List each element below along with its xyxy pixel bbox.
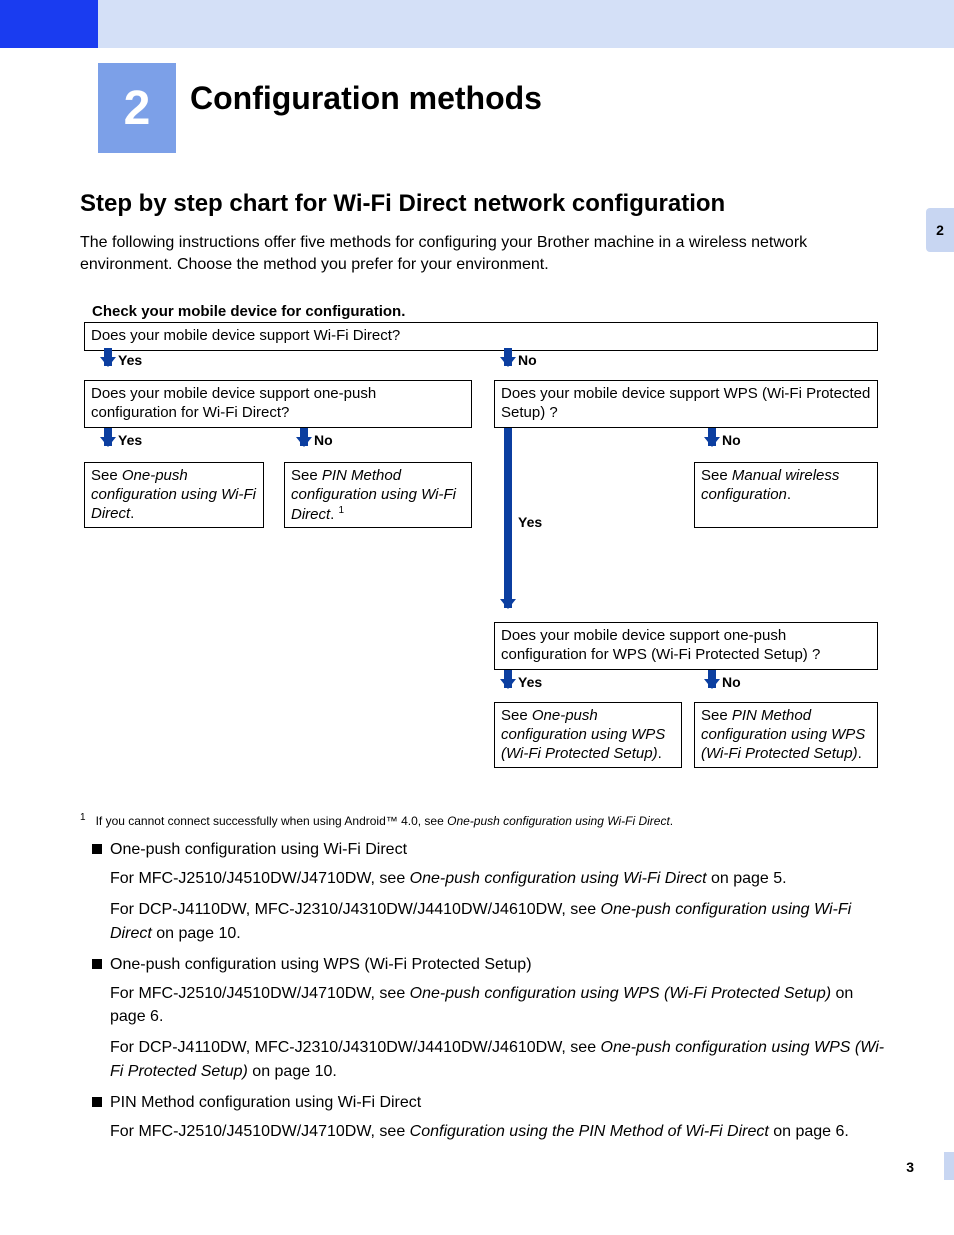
text: For MFC-J2510/J4510DW/J4710DW, see bbox=[110, 1123, 410, 1140]
page-number: 3 bbox=[906, 1159, 914, 1175]
list-item: One-push configuration using Wi-Fi Direc… bbox=[92, 838, 892, 861]
flow-result-1: See One-push configuration using Wi-Fi D… bbox=[84, 462, 264, 528]
text: If you cannot connect successfully when … bbox=[96, 814, 448, 828]
label-no: No bbox=[518, 352, 537, 368]
text: on page 10. bbox=[152, 925, 241, 942]
text: on page 10. bbox=[248, 1063, 337, 1080]
bullet-text: PIN Method configuration using Wi-Fi Dir… bbox=[110, 1091, 421, 1114]
bullet-icon bbox=[92, 844, 102, 854]
bullet-sub: For MFC-J2510/J4510DW/J4710DW, see One-p… bbox=[110, 982, 892, 1028]
text: . bbox=[330, 506, 338, 523]
link-text[interactable]: One-push configuration using Wi-Fi Direc… bbox=[410, 870, 707, 887]
bullet-icon bbox=[92, 1097, 102, 1107]
footnote: 1 If you cannot connect successfully whe… bbox=[80, 812, 880, 828]
arrow-icon bbox=[504, 348, 512, 366]
text: . bbox=[658, 745, 662, 762]
text: For DCP-J4110DW, MFC-J2310/J4310DW/J4410… bbox=[110, 1039, 601, 1056]
arrow-icon bbox=[504, 670, 512, 688]
flow-q4: Does your mobile device support one-push… bbox=[494, 622, 878, 670]
arrow-icon bbox=[104, 428, 112, 446]
side-tab: 2 bbox=[926, 208, 954, 252]
flow-result-5: See PIN Method configuration using WPS (… bbox=[694, 702, 878, 768]
bullet-sub: For MFC-J2510/J4510DW/J4710DW, see Confi… bbox=[110, 1120, 892, 1143]
arrow-icon bbox=[708, 428, 716, 446]
bullet-sub: For DCP-J4110DW, MFC-J2310/J4310DW/J4410… bbox=[110, 898, 892, 944]
arrow-icon bbox=[104, 348, 112, 366]
flow-q2: Does your mobile device support one-push… bbox=[84, 380, 472, 428]
text: on page 6. bbox=[769, 1123, 849, 1140]
bullet-list: One-push configuration using Wi-Fi Direc… bbox=[92, 838, 892, 1151]
text: See bbox=[291, 467, 322, 484]
text: See bbox=[701, 467, 732, 484]
text: For DCP-J4110DW, MFC-J2310/J4310DW/J4410… bbox=[110, 901, 601, 918]
label-yes: Yes bbox=[518, 514, 542, 530]
bullet-sub: For DCP-J4110DW, MFC-J2310/J4310DW/J4410… bbox=[110, 1036, 892, 1082]
arrow-icon bbox=[708, 670, 716, 688]
label-yes: Yes bbox=[518, 674, 542, 690]
chapter-number-box: 2 bbox=[98, 63, 176, 153]
bullet-text: One-push configuration using Wi-Fi Direc… bbox=[110, 838, 407, 861]
list-item: One-push configuration using WPS (Wi-Fi … bbox=[92, 953, 892, 976]
label-no: No bbox=[314, 432, 333, 448]
bullet-text: One-push configuration using WPS (Wi-Fi … bbox=[110, 953, 532, 976]
bullet-icon bbox=[92, 959, 102, 969]
link-text[interactable]: One-push configuration using Wi-Fi Direc… bbox=[447, 814, 670, 828]
side-tab-number: 2 bbox=[936, 222, 944, 238]
arrow-icon bbox=[504, 428, 512, 608]
flow-q1: Does your mobile device support Wi-Fi Di… bbox=[84, 322, 878, 351]
link-text[interactable]: Configuration using the PIN Method of Wi… bbox=[410, 1123, 769, 1140]
check-heading: Check your mobile device for configurati… bbox=[92, 303, 405, 320]
flow-result-4: See One-push configuration using WPS (Wi… bbox=[494, 702, 682, 768]
flow-q3: Does your mobile device support WPS (Wi-… bbox=[494, 380, 878, 428]
bullet-sub: For MFC-J2510/J4510DW/J4710DW, see One-p… bbox=[110, 867, 892, 890]
text: . bbox=[670, 814, 673, 828]
flow-result-2: See PIN Method configuration using Wi-Fi… bbox=[284, 462, 472, 528]
text: For MFC-J2510/J4510DW/J4710DW, see bbox=[110, 870, 410, 887]
chapter-title: Configuration methods bbox=[190, 80, 542, 117]
text: For MFC-J2510/J4510DW/J4710DW, see bbox=[110, 985, 410, 1002]
footnote-marker: 1 bbox=[80, 812, 86, 823]
flow-result-3: See Manual wireless configuration. bbox=[694, 462, 878, 528]
label-no: No bbox=[722, 432, 741, 448]
text: . bbox=[130, 505, 134, 522]
list-item: PIN Method configuration using Wi-Fi Dir… bbox=[92, 1091, 892, 1114]
footnote-ref[interactable]: 1 bbox=[339, 505, 345, 516]
arrow-icon bbox=[300, 428, 308, 446]
header-band bbox=[0, 0, 954, 48]
link-text[interactable]: One-push configuration using WPS (Wi-Fi … bbox=[410, 985, 831, 1002]
text: on page 5. bbox=[707, 870, 787, 887]
page-tab bbox=[944, 1152, 954, 1180]
label-yes: Yes bbox=[118, 432, 142, 448]
label-no: No bbox=[722, 674, 741, 690]
chapter-number: 2 bbox=[124, 81, 151, 136]
section-title: Step by step chart for Wi-Fi Direct netw… bbox=[80, 190, 725, 218]
header-accent bbox=[0, 0, 98, 48]
label-yes: Yes bbox=[118, 352, 142, 368]
text: See bbox=[701, 707, 732, 724]
text: . bbox=[858, 745, 862, 762]
text: See bbox=[91, 467, 122, 484]
text: See bbox=[501, 707, 532, 724]
text: . bbox=[787, 486, 791, 503]
intro-paragraph: The following instructions offer five me… bbox=[80, 232, 880, 277]
